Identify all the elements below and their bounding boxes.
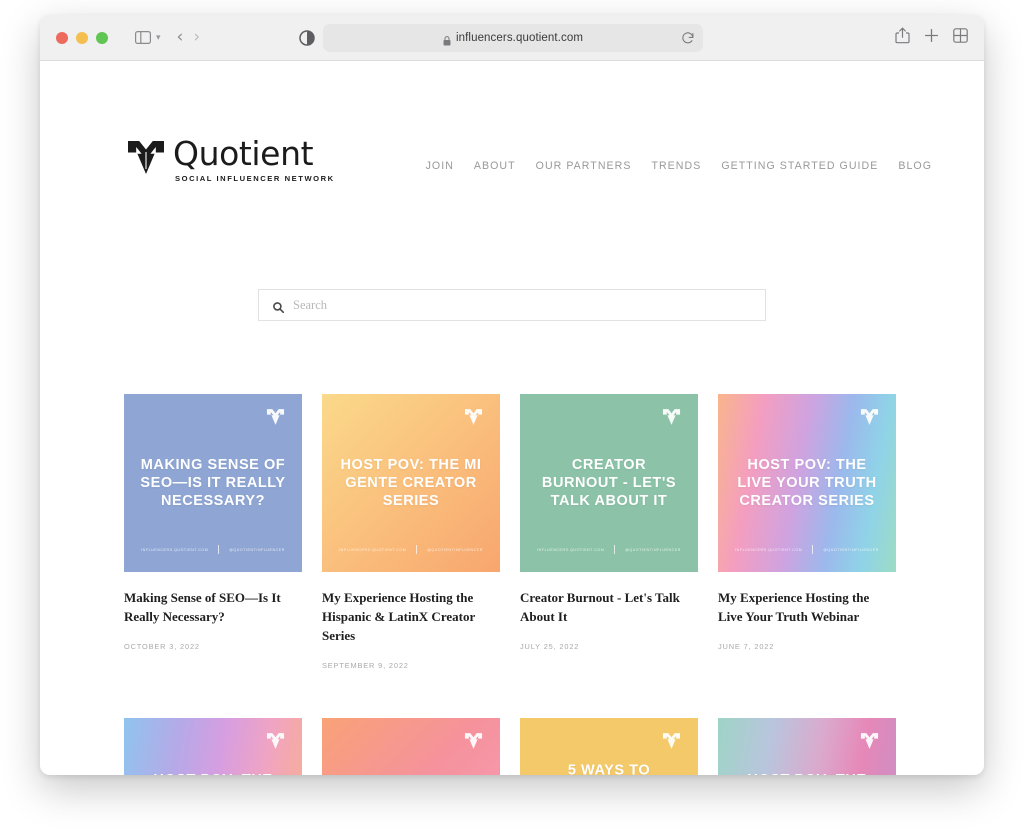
logo-wordmark: Quotient — [173, 134, 314, 173]
address-bar-content: influencers.quotient.com — [443, 32, 584, 46]
thumbnail-footer-right: @QUOTIENTINFLUENCER — [229, 547, 285, 552]
post-title[interactable]: Making Sense of SEO—Is It Really Necessa… — [124, 589, 302, 627]
close-window-button[interactable] — [56, 31, 68, 44]
thumbnail-footer-right: @QUOTIENTINFLUENCER — [823, 547, 879, 552]
browser-toolbar: ▾ ‹ › influencers.quotient.com — [40, 15, 984, 61]
post-thumbnail[interactable]: MAKING SENSE OF SEO—IS IT REALLY NECESSA… — [124, 394, 302, 572]
site-header: Quotient SOCIAL INFLUENCER NETWORK JOIN … — [40, 61, 984, 213]
post-thumbnail-footer: INFLUENCERS.QUOTIENT.COM @QUOTIENTINFLUE… — [322, 545, 500, 554]
maximize-window-button[interactable] — [96, 31, 108, 44]
list-item[interactable]: CREATOR BURNOUT - LET'S TALK ABOUT IT IN… — [520, 394, 698, 670]
nav-item-blog[interactable]: BLOG — [898, 160, 932, 172]
logo-text: Quotient SOCIAL INFLUENCER NETWORK — [173, 137, 335, 183]
thumbnail-footer-right: @QUOTIENTINFLUENCER — [625, 547, 681, 552]
quotient-bird-logo-icon — [860, 408, 879, 426]
window-controls — [56, 31, 108, 44]
divider — [218, 545, 220, 554]
web-page-content: Quotient SOCIAL INFLUENCER NETWORK JOIN … — [40, 61, 984, 775]
list-item[interactable]: MAKING SENSE OF SEO—IS IT REALLY NECESSA… — [124, 394, 302, 670]
post-title[interactable]: My Experience Hosting the Hispanic & Lat… — [322, 589, 500, 646]
post-date: SEPTEMBER 9, 2022 — [322, 660, 409, 670]
list-item[interactable]: 5 WAYS TO MANAGE MULTIPLE STREAMS OF INC… — [520, 717, 698, 775]
nav-item-our-partners[interactable]: OUR PARTNERS — [536, 160, 632, 172]
lock-icon — [443, 33, 451, 46]
url-text: influencers.quotient.com — [455, 32, 584, 44]
logo-tagline: SOCIAL INFLUENCER NETWORK — [175, 174, 335, 183]
post-thumbnail[interactable]: HOST POV: THE MI GENTE CREATOR SERIES IN… — [322, 394, 500, 572]
post-title[interactable]: Creator Burnout - Let's Talk About It — [520, 589, 698, 627]
thumbnail-footer-right: @QUOTIENTINFLUENCER — [427, 547, 483, 552]
browser-window: ▾ ‹ › influencers.quotient.com Quotient … — [40, 15, 984, 775]
tab-grid-icon[interactable] — [953, 27, 968, 48]
thumbnail-footer-left: INFLUENCERS.QUOTIENT.COM — [339, 547, 407, 552]
post-overlay-title: HOST POV: THE BLACK EXCELLENCE CREATOR S… — [718, 770, 896, 775]
post-title[interactable]: My Experience Hosting the Live Your Trut… — [718, 589, 896, 627]
post-overlay-title: HOST POV: THE UPLIFT AAPI VOICES CREATOR… — [124, 770, 302, 775]
post-thumbnail-footer: INFLUENCERS.QUOTIENT.COM @QUOTIENTINFLUE… — [718, 545, 896, 554]
post-overlay-title: MAKING SENSE OF SEO—IS IT REALLY NECESSA… — [140, 456, 286, 510]
thumbnail-footer-left: INFLUENCERS.QUOTIENT.COM — [537, 547, 605, 552]
quotient-bird-logo-icon — [266, 732, 285, 750]
post-thumbnail[interactable]: 5 WAYS TO MANAGE MULTIPLE STREAMS OF INC… — [520, 717, 698, 775]
nav-item-getting-started-guide[interactable]: GETTING STARTED GUIDE — [721, 160, 878, 172]
reload-icon[interactable] — [681, 31, 695, 45]
post-thumbnail[interactable]: HOST POV: THE LIVE YOUR TRUTH CREATOR SE… — [718, 394, 896, 572]
post-thumbnail[interactable]: HOST POV: THE BLACK EXCELLENCE CREATOR S… — [718, 717, 896, 775]
list-item[interactable]: HOST POV: THE LIVE YOUR TRUTH CREATOR SE… — [718, 394, 896, 670]
post-overlay-title: HOST POV: THE LIVE YOUR TRUTH CREATOR SE… — [737, 456, 877, 510]
list-item[interactable]: HOST POV: THE YES SHE CAN CREATOR SERIES — [322, 717, 500, 775]
quotient-bird-logo-icon — [464, 408, 483, 426]
back-button[interactable]: ‹ — [177, 29, 184, 46]
quotient-bird-logo-icon — [662, 732, 681, 750]
sidebar-controls: ▾ — [130, 25, 161, 51]
navigation-arrows: ‹ › — [177, 29, 201, 46]
address-bar[interactable]: influencers.quotient.com — [323, 24, 703, 52]
site-logo[interactable]: Quotient SOCIAL INFLUENCER NETWORK — [126, 137, 335, 183]
divider — [614, 545, 616, 554]
post-thumbnail-footer: INFLUENCERS.QUOTIENT.COM @QUOTIENTINFLUE… — [124, 545, 302, 554]
post-thumbnail[interactable]: HOST POV: THE UPLIFT AAPI VOICES CREATOR… — [124, 717, 302, 775]
post-date: JUNE 7, 2022 — [718, 641, 775, 651]
nav-item-join[interactable]: JOIN — [426, 160, 454, 172]
post-overlay-title: CREATOR BURNOUT - LET'S TALK ABOUT IT — [541, 456, 677, 510]
post-overlay-title: HOST POV: THE MI GENTE CREATOR SERIES — [340, 456, 482, 510]
forward-button[interactable]: › — [193, 29, 200, 46]
blog-post-grid: MAKING SENSE OF SEO—IS IT REALLY NECESSA… — [124, 394, 900, 775]
post-overlay-title: 5 WAYS TO MANAGE MULTIPLE STREAMS OF INC… — [567, 762, 651, 775]
minimize-window-button[interactable] — [76, 31, 88, 44]
divider — [416, 545, 418, 554]
search-field[interactable]: Search — [258, 289, 766, 321]
search-icon — [273, 300, 285, 313]
chevron-down-icon[interactable]: ▾ — [156, 32, 161, 43]
quotient-bird-logo-icon — [126, 139, 166, 176]
list-item[interactable]: HOST POV: THE MI GENTE CREATOR SERIES IN… — [322, 394, 500, 670]
nav-item-trends[interactable]: TRENDS — [651, 160, 701, 172]
quotient-bird-logo-icon — [464, 732, 483, 750]
share-icon[interactable] — [895, 27, 910, 49]
quotient-bird-logo-icon — [266, 408, 285, 426]
divider — [812, 545, 814, 554]
post-date: JULY 25, 2022 — [520, 641, 580, 651]
row-spacer — [124, 670, 896, 718]
list-item[interactable]: HOST POV: THE UPLIFT AAPI VOICES CREATOR… — [124, 717, 302, 775]
nav-item-about[interactable]: ABOUT — [474, 160, 516, 172]
toolbar-actions — [895, 27, 968, 49]
quotient-bird-logo-icon — [860, 732, 879, 750]
plus-icon[interactable] — [924, 28, 939, 48]
search-placeholder: Search — [293, 297, 328, 312]
post-date: OCTOBER 3, 2022 — [124, 641, 200, 651]
thumbnail-footer-left: INFLUENCERS.QUOTIENT.COM — [141, 547, 209, 552]
sidebar-icon[interactable] — [130, 25, 156, 51]
reader-view-icon[interactable] — [298, 29, 316, 47]
post-thumbnail[interactable]: HOST POV: THE YES SHE CAN CREATOR SERIES — [322, 717, 500, 775]
post-thumbnail-footer: INFLUENCERS.QUOTIENT.COM @QUOTIENTINFLUE… — [520, 545, 698, 554]
list-item[interactable]: HOST POV: THE BLACK EXCELLENCE CREATOR S… — [718, 717, 896, 775]
post-thumbnail[interactable]: CREATOR BURNOUT - LET'S TALK ABOUT IT IN… — [520, 394, 698, 572]
thumbnail-footer-left: INFLUENCERS.QUOTIENT.COM — [735, 547, 803, 552]
quotient-bird-logo-icon — [662, 408, 681, 426]
main-navigation: JOIN ABOUT OUR PARTNERS TRENDS GETTING S… — [426, 160, 932, 172]
